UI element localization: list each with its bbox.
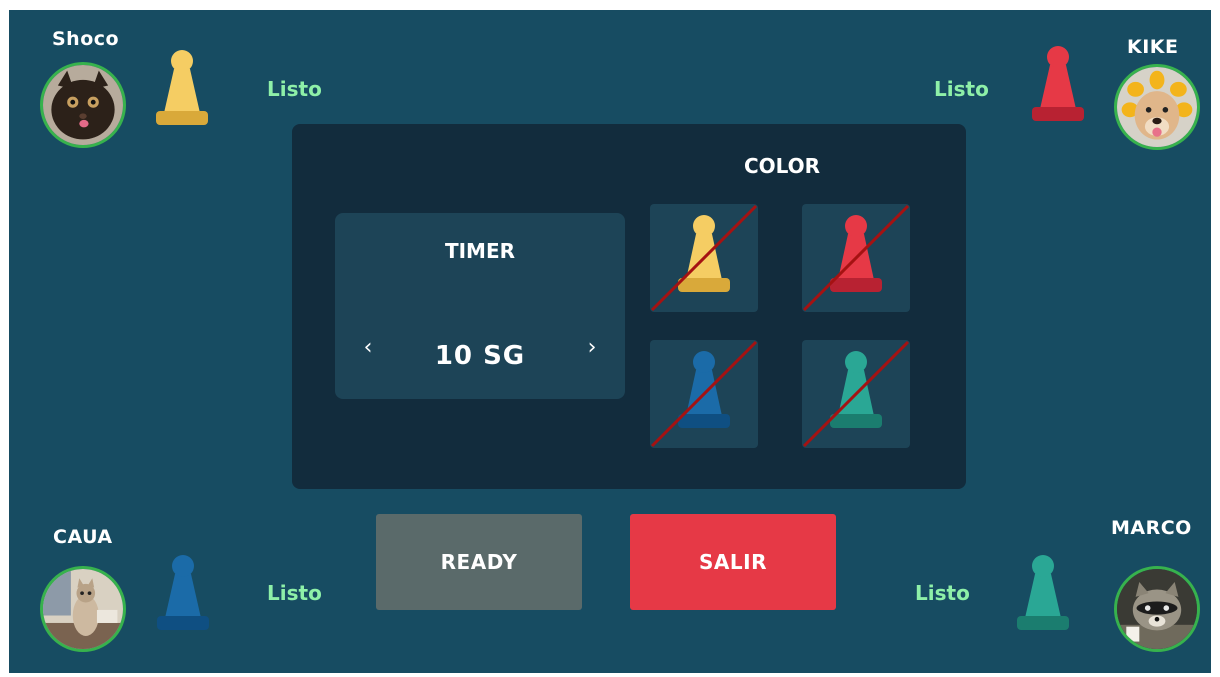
dog-photo-icon	[1117, 67, 1197, 147]
timer-next-button[interactable]: ›	[577, 333, 607, 363]
player-status: Listo	[934, 77, 989, 101]
pawn-icon	[650, 204, 758, 312]
timer-card: TIMER ‹ 10 SG ›	[335, 213, 625, 399]
pawn-icon	[802, 204, 910, 312]
cat-photo-icon	[43, 65, 123, 145]
cat-on-desk-photo-icon	[43, 569, 123, 649]
pawn-icon	[650, 340, 758, 448]
avatar	[40, 566, 126, 652]
player-name: MARCO	[1111, 517, 1192, 539]
color-option-teal[interactable]	[802, 340, 910, 448]
settings-panel: TIMER ‹ 10 SG › COLOR	[292, 124, 966, 489]
color-option-red[interactable]	[802, 204, 910, 312]
pawn-icon	[1032, 46, 1084, 121]
timer-title: TIMER	[444, 239, 516, 263]
pawn-icon	[1017, 555, 1069, 630]
avatar	[1114, 566, 1200, 652]
raccoon-photo-icon	[1117, 569, 1197, 649]
player-status: Listo	[915, 581, 970, 605]
game-lobby-screen: Shoco Listo KIKE Listo CAUA Listo MARCO …	[9, 10, 1211, 673]
player-name: CAUA	[53, 526, 113, 548]
player-status: Listo	[267, 581, 322, 605]
avatar	[40, 62, 126, 148]
player-name: Shoco	[52, 28, 120, 50]
player-name: KIKE	[1127, 36, 1179, 58]
color-option-yellow[interactable]	[650, 204, 758, 312]
ready-button[interactable]: READY	[376, 514, 582, 610]
pawn-icon	[157, 555, 209, 630]
player-status: Listo	[267, 77, 322, 101]
pawn-icon	[156, 50, 208, 125]
avatar	[1114, 64, 1200, 150]
pawn-icon	[802, 340, 910, 448]
color-option-blue[interactable]	[650, 340, 758, 448]
color-title: COLOR	[743, 154, 821, 178]
chevron-right-icon: ›	[587, 335, 597, 360]
exit-button[interactable]: SALIR	[630, 514, 836, 610]
